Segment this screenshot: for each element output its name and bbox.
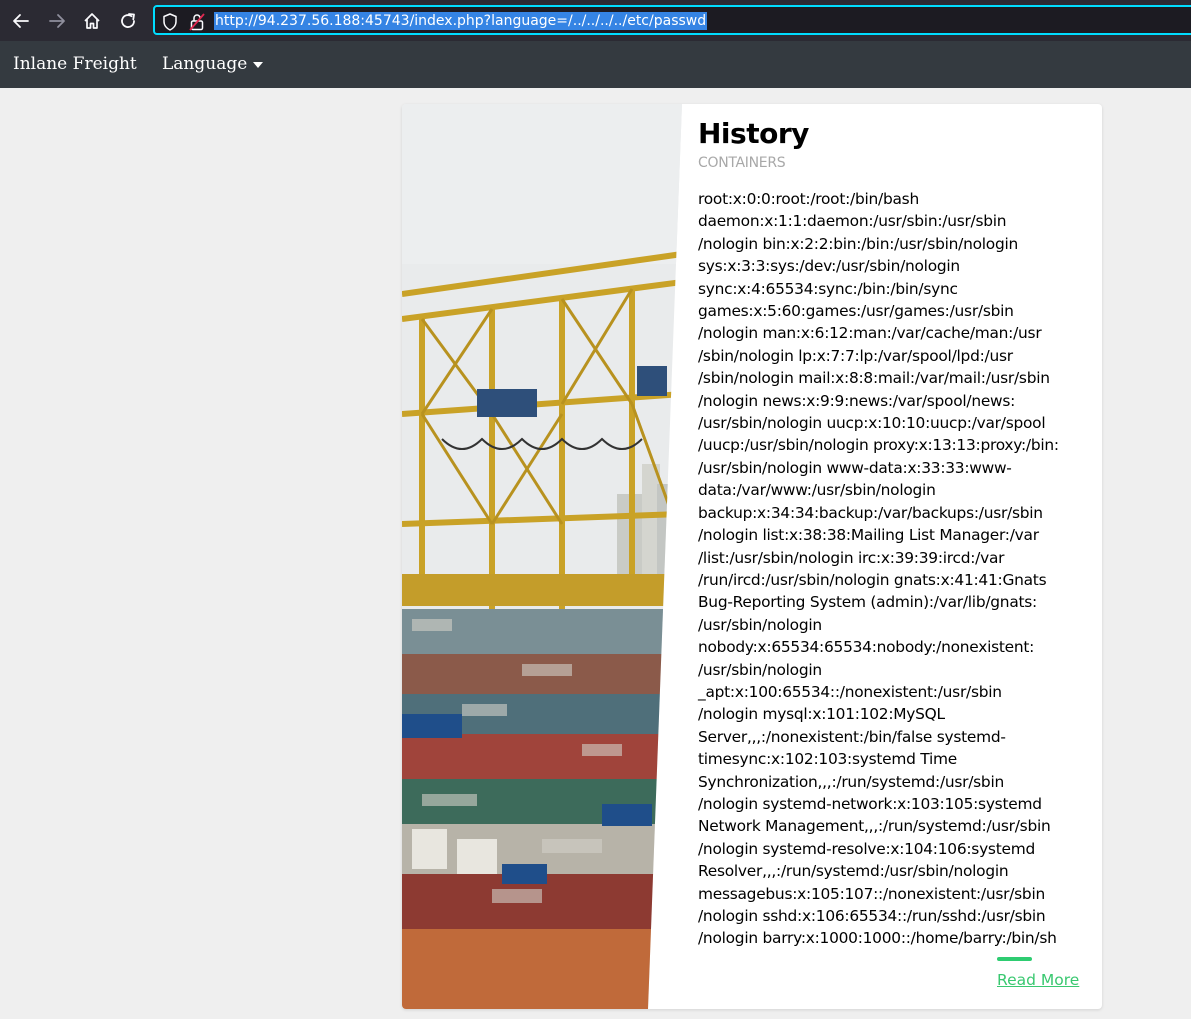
passwd-line: /usr/sbin/nologin uucp:x:10:10:uucp:/var… bbox=[698, 414, 1046, 433]
passwd-line: /run/ircd:/usr/sbin/nologin gnats:x:41:4… bbox=[698, 570, 1047, 589]
passwd-line: /nologin list:x:38:38:Mailing List Manag… bbox=[698, 526, 1039, 545]
passwd-line: messagebus:x:105:107::/nonexistent:/usr/… bbox=[698, 884, 1045, 903]
passwd-line: data:/var/www:/usr/sbin/nologin bbox=[698, 481, 936, 500]
arrow-right-icon bbox=[48, 12, 66, 30]
read-more-accent-bar bbox=[997, 957, 1032, 961]
passwd-line: /usr/sbin/nologin bbox=[698, 660, 822, 679]
forward-button[interactable] bbox=[45, 9, 69, 33]
language-dropdown[interactable]: Language bbox=[162, 53, 264, 75]
card-title: History bbox=[698, 117, 809, 150]
passwd-line: /nologin man:x:6:12:man:/var/cache/man:/… bbox=[698, 324, 1042, 343]
included-file-content: root:x:0:0:root:/root:/bin/bash daemon:x:… bbox=[698, 188, 1090, 950]
container-port-image bbox=[402, 104, 682, 1009]
passwd-line: Server,,,:/nonexistent:/bin/false system… bbox=[698, 727, 1006, 746]
passwd-line: Resolver,,,:/run/systemd:/usr/sbin/nolog… bbox=[698, 862, 1009, 881]
passwd-line: _apt:x:100:65534::/nonexistent:/usr/sbin bbox=[698, 682, 1002, 701]
passwd-line: timesync:x:102:103:systemd Time bbox=[698, 750, 957, 769]
passwd-line: sync:x:4:65534:sync:/bin:/bin/sync bbox=[698, 279, 958, 298]
caret-down-icon bbox=[253, 61, 264, 68]
shield-icon[interactable] bbox=[162, 13, 178, 35]
passwd-line: /list:/usr/sbin/nologin irc:x:39:39:ircd… bbox=[698, 548, 1005, 567]
passwd-line: root:x:0:0:root:/root:/bin/bash bbox=[698, 190, 919, 208]
passwd-line: /usr/sbin/nologin bbox=[698, 615, 822, 634]
address-bar[interactable]: http://94.237.56.188:45743/index.php?lan… bbox=[153, 5, 1191, 35]
passwd-line: /nologin mysql:x:101:102:MySQL bbox=[698, 705, 945, 724]
card-subtitle: CONTAINERS bbox=[698, 155, 786, 171]
passwd-line: backup:x:34:34:backup:/var/backups:/usr/… bbox=[698, 503, 1043, 522]
site-navbar: Inlane Freight Language bbox=[0, 41, 1191, 88]
passwd-line: /nologin sshd:x:106:65534::/run/sshd:/us… bbox=[698, 907, 1046, 925]
passwd-line: /uucp:/usr/sbin/nologin proxy:x:13:13:pr… bbox=[698, 436, 1059, 455]
passwd-line: /nologin systemd-network:x:103:105:syste… bbox=[698, 794, 1042, 813]
passwd-line: /nologin systemd-resolve:x:104:106:syste… bbox=[698, 839, 1035, 858]
history-card: History CONTAINERS root:x:0:0:root:/root… bbox=[402, 104, 1102, 1009]
language-label: Language bbox=[162, 54, 248, 74]
passwd-line: Bug-Reporting System (admin):/var/lib/gn… bbox=[698, 593, 1037, 612]
url-text[interactable]: http://94.237.56.188:45743/index.php?lan… bbox=[214, 12, 708, 30]
reload-icon bbox=[119, 12, 137, 30]
passwd-line: nobody:x:65534:65534:nobody:/nonexistent… bbox=[698, 638, 1035, 657]
reload-button[interactable] bbox=[116, 9, 140, 33]
passwd-line: sys:x:3:3:sys:/dev:/usr/sbin/nologin bbox=[698, 257, 960, 276]
arrow-left-icon bbox=[12, 12, 30, 30]
passwd-line: /usr/sbin/nologin www-data:x:33:33:www- bbox=[698, 458, 1012, 477]
passwd-line: /nologin news:x:9:9:news:/var/spool/news… bbox=[698, 391, 1016, 410]
passwd-line: /sbin/nologin mail:x:8:8:mail:/var/mail:… bbox=[698, 369, 1050, 388]
read-more-link[interactable]: Read More bbox=[997, 970, 1079, 990]
passwd-line: games:x:5:60:games:/usr/games:/usr/sbin bbox=[698, 302, 1014, 321]
passwd-line: /sbin/nologin lp:x:7:7:lp:/var/spool/lpd… bbox=[698, 346, 1013, 365]
passwd-line: /nologin bin:x:2:2:bin:/bin:/usr/sbin/no… bbox=[698, 234, 1019, 253]
broken-lock-icon[interactable] bbox=[189, 13, 205, 35]
passwd-line: Synchronization,,,:/run/systemd:/usr/sbi… bbox=[698, 772, 1004, 791]
passwd-line: Network Management,,,:/run/systemd:/usr/… bbox=[698, 817, 1051, 836]
browser-toolbar: http://94.237.56.188:45743/index.php?lan… bbox=[0, 0, 1191, 41]
passwd-line: /nologin barry:x:1000:1000::/home/barry:… bbox=[698, 929, 1057, 948]
home-icon bbox=[83, 12, 101, 30]
passwd-line: daemon:x:1:1:daemon:/usr/sbin:/usr/sbin bbox=[698, 212, 1007, 231]
back-button[interactable] bbox=[9, 9, 33, 33]
home-button[interactable] bbox=[80, 9, 104, 33]
brand-link[interactable]: Inlane Freight bbox=[13, 53, 137, 75]
